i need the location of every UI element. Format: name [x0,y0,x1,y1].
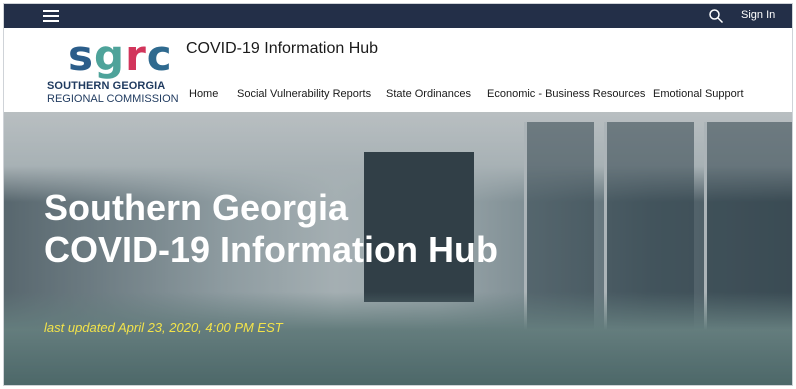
nav-item-state-ordinances[interactable]: State Ordinances [386,88,471,100]
nav-item-emotional-support[interactable]: Emotional Support [653,88,744,100]
logo-text-line1: SOUTHERN GEORGIA [47,80,166,92]
hero-title-line2: COVID-19 Information Hub [44,229,499,270]
hero-title: Southern Georgia COVID-19 Information Hu… [44,187,498,271]
top-bar: Sign In [4,4,792,28]
last-updated-text: last updated April 23, 2020, 4:00 PM EST [44,320,283,335]
sgrc-logo[interactable]: sgrc SOUTHERN GEORGIA REGIONAL COMMISSIO… [44,34,179,108]
nav-item-social-vulnerability-reports[interactable]: Social Vulnerability Reports [237,88,371,100]
hamburger-menu-icon[interactable] [42,7,60,25]
hero-banner: Southern Georgia COVID-19 Information Hu… [4,112,792,385]
search-icon[interactable] [708,8,724,24]
logo-mark: sgrc [68,31,173,80]
logo-text-line2: REGIONAL COMMISSION [47,93,179,105]
sign-in-link[interactable]: Sign In [741,9,775,21]
site-title: COVID-19 Information Hub [186,40,379,57]
nav-item-home[interactable]: Home [189,88,218,100]
hero-title-line1: Southern Georgia [44,187,349,228]
page-frame: Sign In sgrc SOUTHERN GEORGIA REGIONAL C… [3,3,793,386]
site-header: sgrc SOUTHERN GEORGIA REGIONAL COMMISSIO… [4,28,792,112]
nav-item-economic-business-resources[interactable]: Economic - Business Resources [487,88,645,100]
